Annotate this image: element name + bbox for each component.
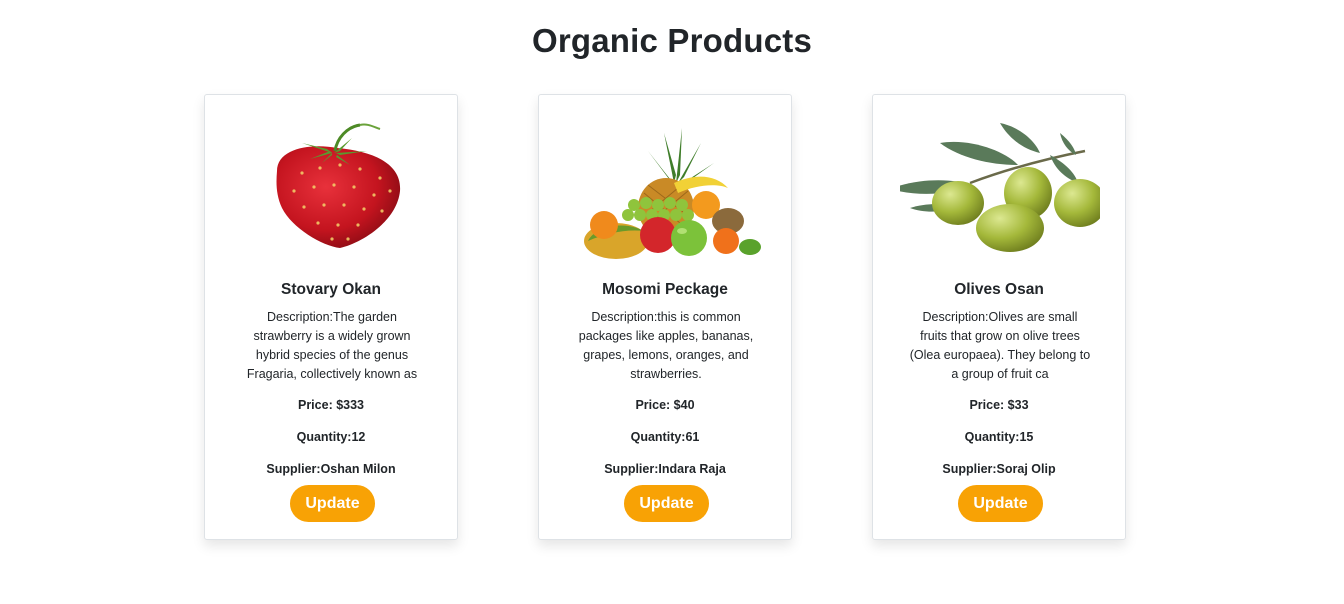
product-card: Olives Osan Description:Olives are small… [872,94,1126,540]
product-quantity: Quantity:12 [296,430,366,444]
strawberry-image [232,113,432,263]
page-title: Organic Products [531,22,813,59]
product-quantity: Quantity:15 [964,430,1034,444]
update-button[interactable]: Update [958,485,1043,522]
fruit-assortment-image [566,113,766,263]
product-supplier: Supplier:Indara Raja [604,462,726,476]
product-quantity: Quantity:61 [630,430,700,444]
product-description: Description:Olives are small fruits that… [909,310,1091,381]
product-description: Description:this is common packages like… [578,310,754,381]
product-price: Price: $33 [969,398,1029,412]
product-supplier: Supplier:Oshan Milon [266,462,396,476]
product-description: Description:The garden strawberry is a w… [246,310,418,381]
product-supplier: Supplier:Soraj Olip [942,462,1056,476]
product-card: Stovary Okan Description:The garden stra… [204,94,458,540]
update-button[interactable]: Update [624,485,709,522]
product-grid: Stovary Okan Description:The garden stra… [204,94,1126,540]
olives-image [900,113,1100,263]
product-price: Price: $333 [297,398,365,412]
product-name: Olives Osan [954,281,1044,298]
product-price: Price: $40 [635,398,695,412]
product-name: Stovary Okan [281,281,381,298]
update-button[interactable]: Update [290,485,375,522]
product-name: Mosomi Peckage [602,281,728,298]
product-card: Mosomi Peckage Description:this is commo… [538,94,792,540]
